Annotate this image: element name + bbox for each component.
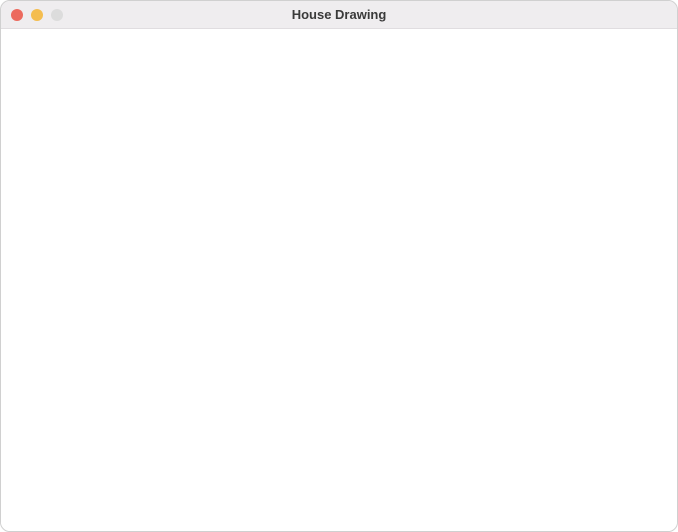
- content-area: [1, 29, 677, 531]
- app-window: House Drawing: [0, 0, 678, 532]
- close-icon[interactable]: [11, 9, 23, 21]
- zoom-icon[interactable]: [51, 9, 63, 21]
- traffic-lights: [1, 9, 63, 21]
- window-title: House Drawing: [1, 7, 677, 22]
- minimize-icon[interactable]: [31, 9, 43, 21]
- titlebar: House Drawing: [1, 1, 677, 29]
